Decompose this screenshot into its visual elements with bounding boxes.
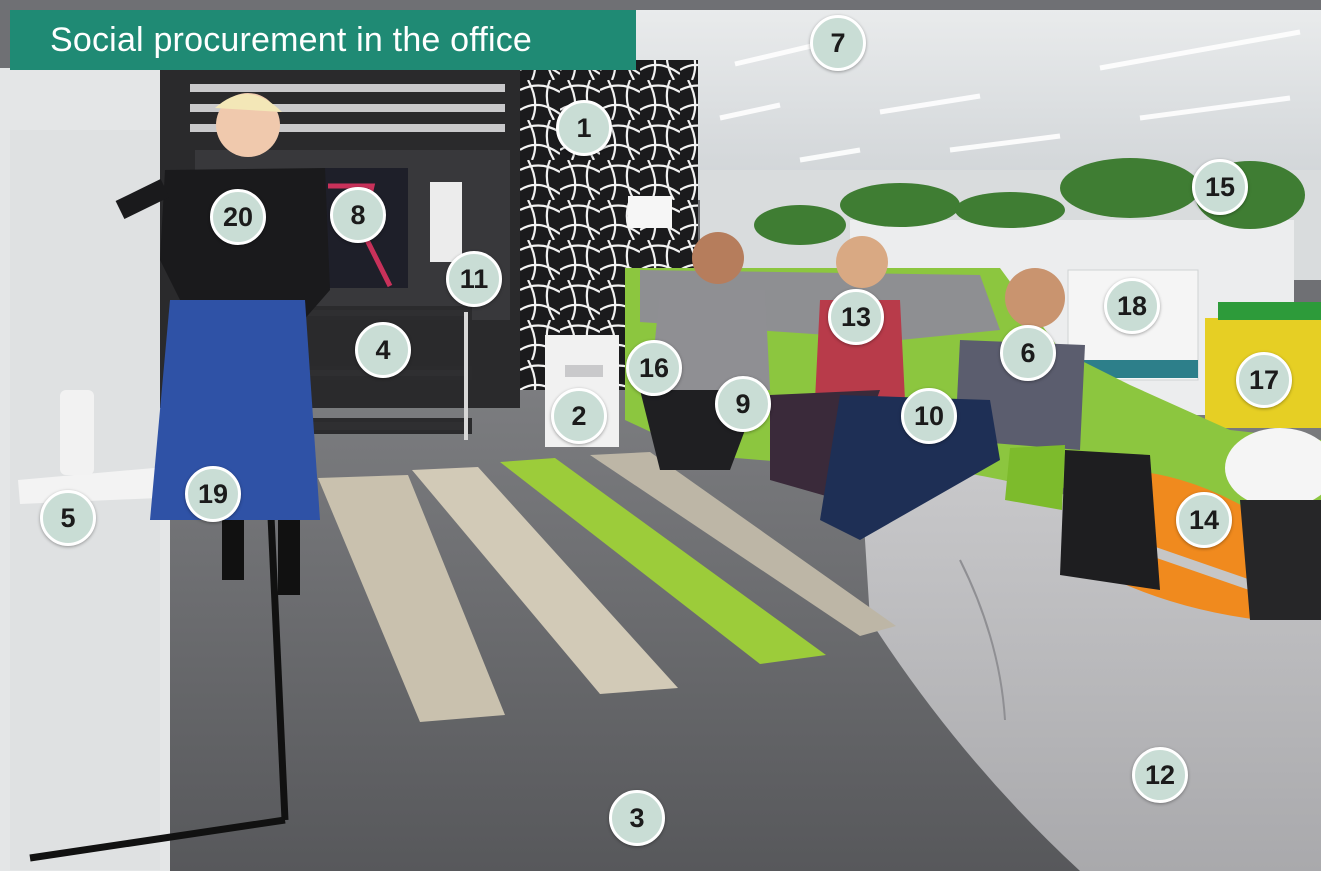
number-marker-18: 18 bbox=[1104, 278, 1160, 334]
number-marker-4: 4 bbox=[355, 322, 411, 378]
number-marker-11: 11 bbox=[446, 251, 502, 307]
office-photo: Social procurement in the office 1 2 3 4… bbox=[0, 0, 1321, 871]
number-marker-2: 2 bbox=[551, 388, 607, 444]
number-marker-9: 9 bbox=[715, 376, 771, 432]
number-marker-5: 5 bbox=[40, 490, 96, 546]
number-marker-13: 13 bbox=[828, 289, 884, 345]
number-marker-7: 7 bbox=[810, 15, 866, 71]
number-marker-16: 16 bbox=[626, 340, 682, 396]
number-marker-20: 20 bbox=[210, 189, 266, 245]
number-marker-15: 15 bbox=[1192, 159, 1248, 215]
number-marker-10: 10 bbox=[901, 388, 957, 444]
number-marker-17: 17 bbox=[1236, 352, 1292, 408]
number-marker-3: 3 bbox=[609, 790, 665, 846]
number-marker-12: 12 bbox=[1132, 747, 1188, 803]
number-marker-6: 6 bbox=[1000, 325, 1056, 381]
title-banner: Social procurement in the office bbox=[10, 10, 636, 70]
number-marker-14: 14 bbox=[1176, 492, 1232, 548]
number-marker-19: 19 bbox=[185, 466, 241, 522]
cushion bbox=[1005, 445, 1065, 510]
page-title: Social procurement in the office bbox=[50, 20, 533, 59]
backpack bbox=[1060, 450, 1160, 590]
number-marker-1: 1 bbox=[556, 100, 612, 156]
number-marker-8: 8 bbox=[330, 187, 386, 243]
office-scene-illustration bbox=[0, 10, 1321, 871]
